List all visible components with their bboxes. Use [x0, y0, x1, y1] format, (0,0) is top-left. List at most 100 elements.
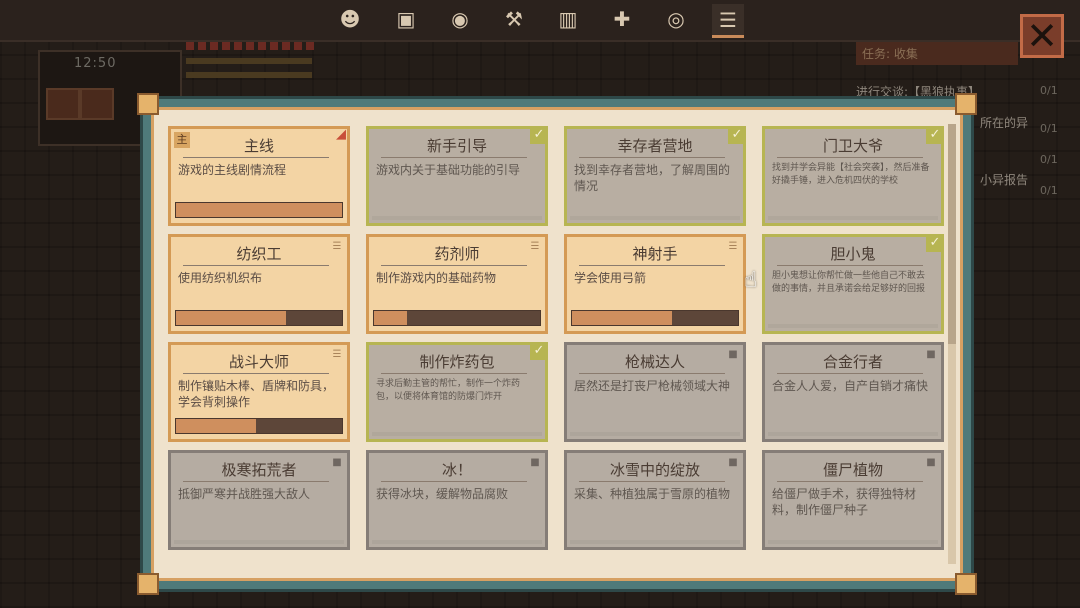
- character-icon[interactable]: ☻: [334, 4, 366, 34]
- quest-description: 使用纺织机织布: [178, 271, 263, 285]
- side-quest-count: 0/1: [1040, 122, 1058, 135]
- side-quest-line: 所在的异: [980, 116, 1029, 130]
- quest-divider: [579, 265, 725, 266]
- document-icon: ☰: [332, 241, 342, 252]
- panel-corner: [137, 93, 159, 115]
- add-friend-icon[interactable]: ✚: [606, 4, 638, 34]
- quest-title: 药剂师: [434, 245, 480, 263]
- quest-divider: [777, 481, 923, 482]
- quest-card[interactable]: 胆小鬼 胆小鬼想让你帮忙做一些他自己不敢去做的事情，并且承诺会给足够好的回报 ✓: [762, 234, 944, 334]
- quest-description: 居然还是打丧尸枪械领域大神: [574, 379, 731, 393]
- skill-orb-icon[interactable]: ◉: [444, 4, 476, 34]
- quest-title: 僵尸植物: [822, 461, 883, 479]
- game-clock: 12:50: [74, 56, 117, 71]
- quest-divider: [381, 373, 527, 374]
- document-icon: ☰: [332, 349, 342, 360]
- quest-card[interactable]: 神射手 学会使用弓箭 ☰: [564, 234, 746, 334]
- quest-divider: [381, 481, 527, 482]
- hud-weapon-button: [80, 88, 114, 120]
- quest-description: 游戏内关于基础功能的引导: [376, 163, 521, 177]
- quest-description: 获得冰块，缓解物品腐败: [376, 487, 509, 501]
- quest-card[interactable]: 僵尸植物 给僵尸做手术，获得独特材料，制作僵尸种子 ■: [762, 450, 944, 550]
- quest-card[interactable]: 战斗大师制作镶贴木棒、盾牌和防具，学会背刺操作 ☰: [168, 342, 350, 442]
- document-icon: ☰: [530, 241, 540, 252]
- quest-title: 纺织工: [236, 245, 282, 263]
- checkmark-icon: ✓: [530, 342, 548, 360]
- top-toolbar: ☻ ▣ ◉ ⚒ ▥ ✚ ◎ ☰: [0, 0, 1080, 42]
- checkmark-icon: ✓: [728, 126, 746, 144]
- lock-icon: ■: [728, 457, 738, 468]
- quest-divider: [777, 157, 923, 158]
- lock-icon: ■: [728, 349, 738, 360]
- side-quest-count: 0/1: [1040, 153, 1058, 166]
- quest-divider: [381, 157, 527, 158]
- quest-grid: 主线 游戏的主线剧情流程主 ◢ 新手引导 游戏内关于基础功能的引导 ✓ 幸存者营地 找到幸存者…: [168, 126, 952, 586]
- quest-title: 合金行者: [822, 353, 883, 371]
- checkmark-icon: ✓: [926, 126, 944, 144]
- quest-card[interactable]: 枪械达人居然还是打丧尸枪械领域大神 ■: [564, 342, 746, 442]
- quest-card[interactable]: 主线游戏的主线剧情流程 主 ◢: [168, 126, 350, 226]
- lock-icon: ■: [332, 457, 342, 468]
- quest-description: 抵御严寒并战胜强大敌人: [178, 487, 311, 501]
- quest-description: 合金人人爱，自产自销才痛快: [772, 379, 929, 393]
- quest-card[interactable]: 制作炸药包 寻求后勤主管的帮忙，制作一个炸药包，以便将体育馆的防爆门炸开 ✓: [366, 342, 548, 442]
- quest-divider: [183, 157, 329, 158]
- hand-cursor-icon: ☝: [744, 268, 758, 293]
- backpack-icon[interactable]: ▣: [390, 4, 422, 34]
- quest-title: 战斗大师: [228, 353, 289, 371]
- hud-skill-button: [46, 88, 80, 120]
- quest-title: 极寒拓荒者: [221, 461, 297, 479]
- panel-corner: [137, 573, 159, 595]
- hunger-bar: [186, 58, 312, 64]
- quest-card[interactable]: 药剂师制作游戏内的基础药物 ☰: [366, 234, 548, 334]
- document-icon: ☰: [728, 241, 738, 252]
- quest-card[interactable]: 幸存者营地 找到幸存者营地，了解周围的情况 ✓: [564, 126, 746, 226]
- quest-progress-bar: [373, 310, 541, 326]
- quest-card[interactable]: 合金行者合金人人爱，自产自销才痛快 ■: [762, 342, 944, 442]
- side-quest-tag: 任务: 收集: [856, 42, 1018, 65]
- quest-progress-fill: [572, 311, 672, 325]
- side-quest-count: 0/1: [1040, 184, 1058, 197]
- quest-title: 胆小鬼: [830, 245, 876, 263]
- crafting-icon[interactable]: ⚒: [498, 4, 530, 34]
- quest-card[interactable]: 冰雪中的绽放 采集、种植独属于雪原的植物 ■: [564, 450, 746, 550]
- quest-title: 神射手: [632, 245, 678, 263]
- quest-progress-bar: [175, 418, 343, 434]
- quest-description: 制作游戏内的基础药物: [376, 271, 497, 285]
- quest-panel-inner: 主线 游戏的主线剧情流程主 ◢ 新手引导 游戏内关于基础功能的引导 ✓ 幸存者营地 找到幸存者…: [151, 107, 963, 581]
- quest-divider: [579, 157, 725, 158]
- quest-divider: [183, 481, 329, 482]
- quest-description: 给僵尸做手术，获得独特材料，制作僵尸种子: [772, 487, 917, 517]
- quest-card[interactable]: 冰！ 获得冰块，缓解物品腐败 ■: [366, 450, 548, 550]
- quest-title: 主线: [243, 137, 274, 155]
- quest-divider: [777, 373, 923, 374]
- map-icon[interactable]: ▥: [552, 4, 584, 34]
- lock-icon: ■: [926, 349, 936, 360]
- scrollbar-thumb[interactable]: [948, 124, 956, 344]
- quest-title: 冰！: [441, 461, 472, 479]
- quest-description: 寻求后勤主管的帮忙，制作一个炸药包，以便将体育馆的防爆门炸开: [376, 379, 521, 402]
- quest-progress-bar: [175, 202, 343, 218]
- quest-progress-fill: [176, 311, 286, 325]
- panel-corner: [955, 93, 977, 115]
- coin-icon[interactable]: ◎: [660, 4, 692, 34]
- quest-title: 冰雪中的绽放: [609, 461, 700, 479]
- quest-title: 新手引导: [426, 137, 487, 155]
- quest-card[interactable]: 门卫大爷 找到并学会异能【社会突袭】，然后准备好撬手锤，进入危机四伏的学校 ✓: [762, 126, 944, 226]
- quest-description: 制作镶贴木棒、盾牌和防具，学会背刺操作: [178, 379, 335, 409]
- quest-progress-bar: [175, 310, 343, 326]
- side-quest-count: 0/1: [1040, 84, 1058, 97]
- quest-card[interactable]: 极寒拓荒者抵御严寒并战胜强大敌人 ■: [168, 450, 350, 550]
- main-quest-badge: 主: [174, 132, 190, 148]
- quest-list-icon[interactable]: ☰: [712, 4, 744, 38]
- quest-description: 游戏的主线剧情流程: [178, 163, 287, 177]
- flag-icon: ◢: [336, 127, 346, 142]
- quest-card[interactable]: 新手引导 游戏内关于基础功能的引导 ✓: [366, 126, 548, 226]
- quest-card[interactable]: 纺织工使用纺织机织布 ☰: [168, 234, 350, 334]
- quest-title: 幸存者营地: [617, 137, 693, 155]
- thirst-bar: [186, 72, 312, 78]
- quest-title: 枪械达人: [624, 353, 685, 371]
- quest-panel: 主线 游戏的主线剧情流程主 ◢ 新手引导 游戏内关于基础功能的引导 ✓ 幸存者营地 找到幸存者…: [137, 93, 977, 595]
- quest-description: 找到并学会异能【社会突袭】，然后准备好撬手锤，进入危机四伏的学校: [772, 163, 930, 186]
- close-button[interactable]: ✕: [1020, 14, 1064, 58]
